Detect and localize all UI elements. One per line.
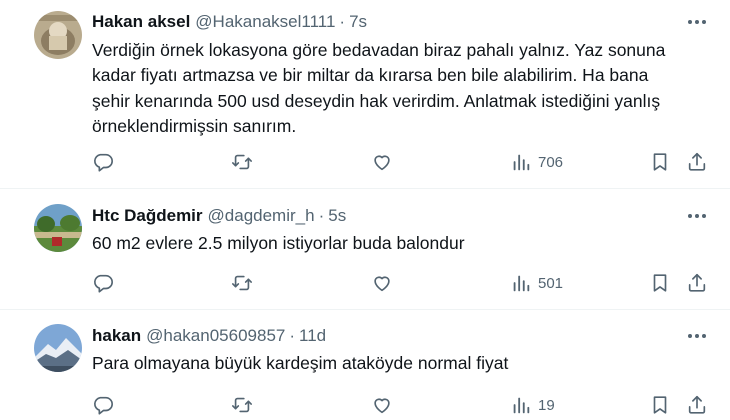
bookmark-icon: [653, 274, 667, 292]
bar-chart-icon: [513, 275, 530, 292]
avatar-image: [34, 204, 82, 252]
timestamp[interactable]: 11d: [299, 326, 326, 346]
user-handle[interactable]: @hakan05609857: [146, 326, 285, 346]
user-handle[interactable]: @dagdemir_h: [208, 206, 315, 226]
text-line: şehir kenarında 500 usd deseydin hak ver…: [92, 90, 661, 111]
user-handle[interactable]: @Hakanaksel1111: [195, 12, 335, 32]
avatar[interactable]: [34, 11, 82, 59]
like-button[interactable]: [371, 271, 393, 295]
reply-icon: [94, 153, 113, 172]
retweet-button[interactable]: [231, 271, 253, 295]
avatar[interactable]: [34, 204, 82, 252]
reply-button[interactable]: [92, 393, 114, 417]
view-count: 706: [538, 153, 564, 171]
share-icon: [688, 395, 706, 414]
avatar-image: [34, 11, 82, 59]
action-bar: 19: [92, 393, 717, 417]
bar-chart-icon: [513, 397, 530, 414]
views-button[interactable]: 706: [510, 150, 563, 174]
retweet-icon: [232, 397, 252, 413]
tweet-text: Verdiğin örnek lokasyona göre bedavadan …: [92, 38, 717, 139]
reply-icon: [94, 396, 113, 415]
text-line: Verdiğin örnek lokasyona göre bedavadan …: [92, 40, 666, 60]
share-button[interactable]: [686, 271, 708, 295]
heart-icon: [374, 155, 390, 171]
text-line: Para olmayana büyük kardeşim ataköyde no…: [92, 353, 509, 373]
bookmark-button[interactable]: [649, 271, 671, 295]
retweet-button[interactable]: [231, 150, 253, 174]
more-options-icon[interactable]: [683, 325, 711, 347]
text-line: 60 m2 evlere 2.5 milyon istiyorlar buda …: [92, 233, 465, 253]
retweet-button[interactable]: [231, 393, 253, 417]
heart-icon: [374, 398, 390, 414]
separator-dot: ·: [289, 326, 296, 345]
retweet-icon: [232, 154, 252, 170]
retweet-icon: [232, 275, 252, 291]
share-button[interactable]: [686, 150, 708, 174]
tweet-text: Para olmayana büyük kardeşim ataköyde no…: [92, 351, 717, 376]
bookmark-icon: [653, 153, 667, 171]
action-bar: 706: [92, 150, 717, 174]
views-button[interactable]: 19: [510, 393, 555, 417]
reply-button[interactable]: [92, 271, 114, 295]
timestamp[interactable]: 5s: [328, 206, 346, 226]
avatar[interactable]: [34, 324, 82, 372]
action-bar: 501: [92, 271, 717, 295]
display-name[interactable]: Hakan aksel: [92, 12, 190, 32]
display-name[interactable]: hakan: [92, 326, 141, 346]
reply-icon: [94, 274, 113, 293]
reply-button[interactable]: [92, 150, 114, 174]
tweet-text: 60 m2 evlere 2.5 milyon istiyorlar buda …: [92, 231, 717, 256]
bar-chart-icon: [513, 154, 530, 171]
share-icon: [688, 273, 706, 292]
divider: [0, 188, 730, 189]
share-button[interactable]: [686, 393, 708, 417]
bookmark-button[interactable]: [649, 393, 671, 417]
separator-dot: ·: [339, 12, 346, 31]
avatar-image: [34, 324, 82, 372]
view-count: 501: [538, 274, 564, 292]
more-options-icon[interactable]: [683, 205, 711, 227]
like-button[interactable]: [371, 393, 393, 417]
more-options-icon[interactable]: [683, 11, 711, 33]
text-line: örneklendirmişsin sanırım.: [92, 115, 297, 136]
heart-icon: [374, 276, 390, 292]
display-name[interactable]: Htc Dağdemir: [92, 206, 203, 226]
text-line: kadar fiyatı artmazsa ve bir miltar da k…: [92, 65, 649, 86]
views-button[interactable]: 501: [510, 271, 563, 295]
divider: [0, 309, 730, 310]
bookmark-button[interactable]: [649, 150, 671, 174]
bookmark-icon: [653, 396, 667, 414]
like-button[interactable]: [371, 150, 393, 174]
timestamp[interactable]: 7s: [349, 12, 367, 32]
view-count: 19: [538, 396, 555, 414]
separator-dot: ·: [318, 206, 325, 225]
share-icon: [688, 152, 706, 171]
